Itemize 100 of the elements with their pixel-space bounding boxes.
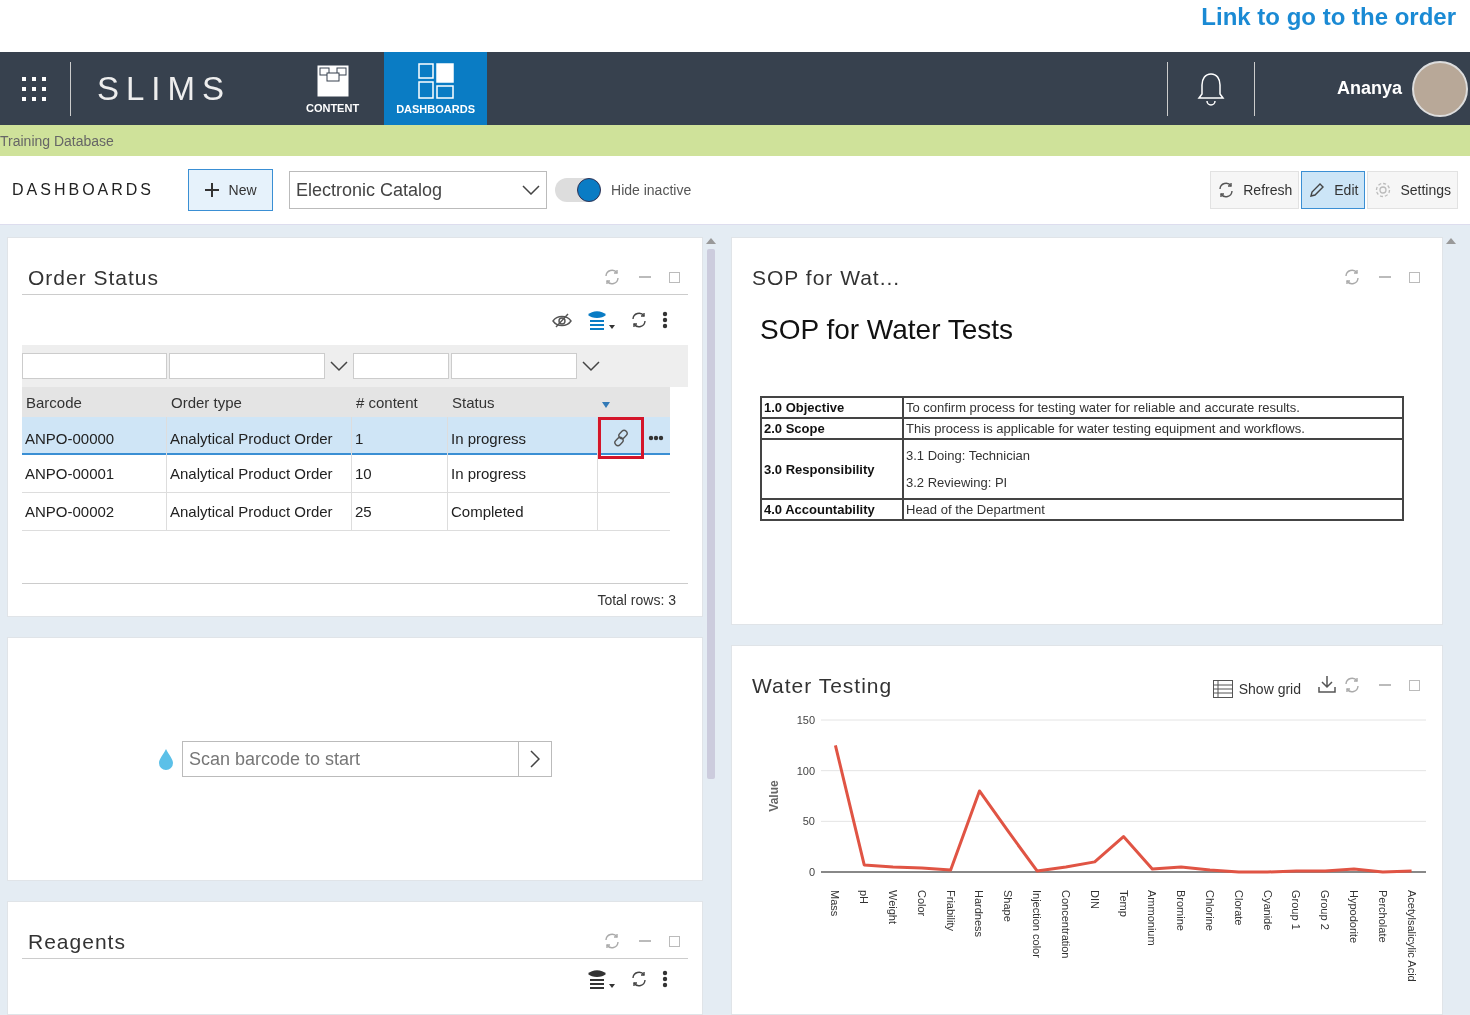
x-tick-label: Group 1: [1290, 890, 1303, 930]
content-icon: [314, 63, 351, 98]
table-cell: In progress: [448, 417, 598, 459]
x-tick-label: Shape: [1002, 890, 1015, 922]
x-tick-label: Hypodorite: [1348, 890, 1360, 944]
filter-field[interactable]: [451, 353, 577, 379]
x-tick-label: DIN: [1088, 890, 1101, 909]
link-icon[interactable]: [612, 429, 630, 447]
chevron-down-icon[interactable]: [327, 360, 351, 372]
table-cell: Analytical Product Order: [167, 493, 352, 530]
toolbar-button[interactable]: Edit: [1301, 171, 1366, 209]
panel-title: Water Testing: [751, 674, 894, 698]
x-tick-label: Weight: [887, 890, 899, 925]
x-tick-label: Concentration: [1059, 890, 1072, 959]
filter-field[interactable]: [169, 353, 325, 379]
refresh-icon[interactable]: [1217, 181, 1236, 199]
y-tick-label: 100: [796, 764, 815, 777]
total-rows-text: Total rows: 3: [597, 592, 676, 608]
eye-icon[interactable]: [552, 312, 572, 328]
scroll-up-icon[interactable]: [1446, 237, 1456, 245]
table-cell: 2.0 Scope: [761, 418, 903, 439]
column-view-icon[interactable]: [586, 968, 616, 990]
more-vertical-icon[interactable]: [662, 970, 668, 988]
maximize-icon[interactable]: [1409, 679, 1420, 691]
table-row[interactable]: ANPO-00001 Analytical Product Order 10 In progress: [22, 455, 670, 493]
nav-tab[interactable]: CONTENT: [281, 52, 385, 125]
annotation-text: Link to go to the order: [1201, 3, 1456, 31]
x-tick-label: Temp: [1117, 890, 1130, 917]
user-avatar[interactable]: [1412, 60, 1468, 117]
grid-icon: [1212, 680, 1233, 698]
more-vertical-icon[interactable]: [662, 311, 668, 329]
dashboard-select[interactable]: Electronic Catalog: [289, 171, 548, 209]
panel-title: SOP for Wat...: [751, 266, 902, 290]
toolbar-button[interactable]: Settings: [1367, 171, 1458, 209]
column-header[interactable]: Order type: [167, 393, 352, 411]
x-tick-label: Percholate: [1376, 890, 1389, 943]
scroll-up-icon[interactable]: [706, 237, 716, 245]
column-header[interactable]: Barcode: [22, 393, 167, 411]
x-tick-label: Injection color: [1031, 890, 1044, 958]
x-tick-label: Acetylsalicylic Acid: [1405, 890, 1418, 982]
water-drop-icon: [158, 748, 174, 770]
table-cell: ANPO-00001: [22, 455, 167, 492]
column-header[interactable]: # content: [352, 393, 448, 411]
filter-field[interactable]: [22, 353, 167, 379]
panel-title: Order Status: [27, 266, 161, 290]
toolbar-button[interactable]: Refresh: [1210, 171, 1300, 209]
dropdown-arrow-icon[interactable]: [602, 401, 610, 408]
user-name[interactable]: Ananya: [1336, 78, 1402, 99]
column-header[interactable]: Status: [448, 393, 598, 411]
refresh-icon[interactable]: [630, 970, 648, 988]
table-cell: In progress: [448, 455, 598, 492]
settings-icon: [1374, 181, 1393, 199]
app-grid-icon[interactable]: [20, 74, 48, 103]
more-horizontal-icon[interactable]: [648, 435, 664, 441]
table-cell: Analytical Product Order: [167, 455, 352, 492]
chevron-down-icon[interactable]: [579, 360, 603, 372]
x-tick-label: Clorate: [1232, 890, 1245, 926]
table-cell: 10: [352, 455, 448, 492]
maximize-icon[interactable]: [1409, 271, 1420, 283]
table-cell: 4.0 Accountability: [761, 499, 903, 520]
table-cell-text: Head of the Department: [906, 502, 1046, 517]
app-logo: SLIMS: [97, 69, 232, 108]
show-grid-button[interactable]: Show grid: [1212, 680, 1301, 698]
refresh-icon[interactable]: [630, 311, 648, 329]
x-tick-label: pH: [858, 890, 871, 905]
download-icon[interactable]: [1317, 674, 1337, 694]
y-tick-label: 0: [808, 866, 815, 878]
table-cell: ANPO-00000: [22, 417, 167, 459]
table-cell: ANPO-00002: [22, 493, 167, 530]
dashboard-icon: [416, 62, 455, 99]
table-cell: 1.0 Objective: [761, 397, 903, 418]
new-button[interactable]: New: [188, 169, 274, 211]
x-tick-label: Mass: [829, 890, 842, 917]
x-tick-label: Friability: [944, 890, 957, 931]
table-cell: Completed: [448, 493, 598, 530]
maximize-icon[interactable]: [669, 271, 680, 283]
x-tick-label: Cyanide: [1261, 890, 1274, 931]
table-cell: 25: [352, 493, 448, 530]
x-tick-label: Chlorine: [1203, 890, 1216, 931]
toggle-label: Hide inactive: [611, 182, 692, 198]
x-tick-label: Ammonium: [1146, 890, 1159, 946]
table-cell-text: This process is applicable for water testing equipment and workflows.: [906, 421, 1306, 436]
table-cell-text: To confirm process for testing water for reliable and accurate results.: [906, 400, 1301, 415]
x-tick-label: Color: [915, 890, 928, 917]
page-title: DASHBOARDS: [12, 181, 155, 199]
nav-tab[interactable]: DASHBOARDS: [384, 52, 488, 125]
y-axis-title: Value: [767, 780, 781, 812]
database-label: Training Database: [0, 132, 114, 149]
y-tick-label: 50: [802, 815, 815, 828]
chevron-right-icon[interactable]: [530, 750, 540, 768]
plus-icon: [204, 183, 219, 197]
table-cell-text: 3.1 Doing: Technician: [906, 447, 1032, 465]
table-cell: Analytical Product Order: [167, 417, 352, 459]
maximize-icon[interactable]: [669, 935, 680, 947]
table-row[interactable]: ANPO-00002 Analytical Product Order 25 Completed: [22, 493, 670, 531]
table-cell: 1: [352, 417, 448, 459]
y-tick-label: 150: [796, 714, 815, 726]
bell-icon[interactable]: [1195, 70, 1226, 107]
filter-field[interactable]: [353, 353, 449, 379]
x-tick-label: Group 2: [1319, 890, 1332, 930]
